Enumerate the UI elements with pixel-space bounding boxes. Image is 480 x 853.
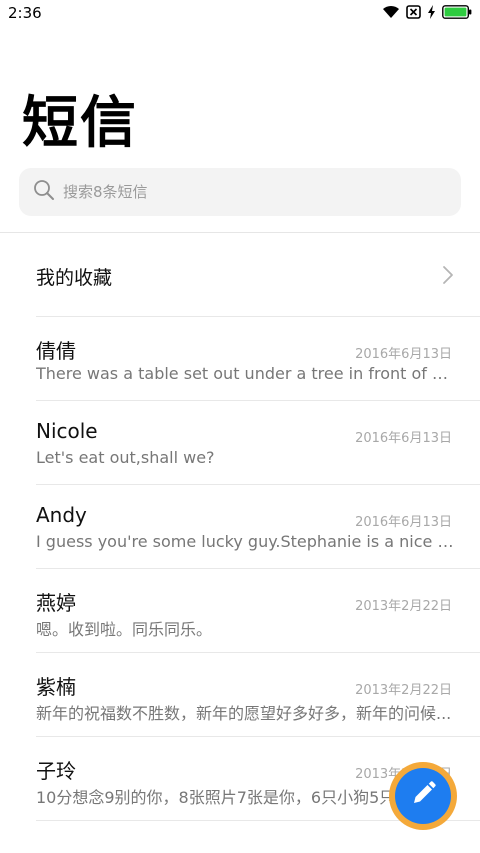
message-sender: Nicole [36,419,98,443]
wifi-icon [382,5,400,19]
message-preview: There was a table set out under a tree i… [36,364,454,383]
message-sender: Andy [36,503,87,527]
status-bar: 2:36 [0,0,480,28]
message-date: 2016年6月13日 [355,347,452,362]
status-icons [382,5,472,19]
message-date: 2016年6月13日 [355,515,452,530]
message-row[interactable]: Nicole 2016年6月13日 Let's eat out,shall we… [0,401,480,485]
battery-icon [442,5,472,19]
message-preview: 嗯。收到啦。同乐同乐。 [36,620,213,639]
message-date: 2013年2月22日 [355,599,452,614]
message-preview: 新年的祝福数不胜数，新年的愿望好多好多，新年的问候... [36,704,452,723]
chevron-right-icon [442,265,454,289]
message-row[interactable]: 紫楠 2013年2月22日 新年的祝福数不胜数，新年的愿望好多好多，新年的问候.… [0,653,480,737]
message-sender: 紫楠 [36,675,76,699]
compose-button[interactable] [389,762,457,830]
pencil-icon [408,779,438,813]
message-date: 2016年6月13日 [355,431,452,446]
favorites-row[interactable]: 我的收藏 [0,233,480,317]
message-row[interactable]: 倩倩 2016年6月13日 There was a table set out … [0,317,480,401]
message-sender: 燕婷 [36,591,76,615]
message-sender: 倩倩 [36,339,76,363]
status-time: 2:36 [8,4,42,22]
no-sim-icon [406,5,421,19]
message-preview: Let's eat out,shall we? [36,448,215,467]
message-row[interactable]: Andy 2016年6月13日 I guess you're some luck… [0,485,480,569]
compose-button-inner [395,768,451,824]
search-icon [33,179,55,205]
search-input[interactable] [61,182,425,202]
message-row[interactable]: 燕婷 2013年2月22日 嗯。收到啦。同乐同乐。 [0,569,480,653]
favorites-label: 我的收藏 [36,267,113,289]
message-sender: 子玲 [36,759,76,783]
charging-icon [427,5,436,19]
message-date: 2013年2月22日 [355,683,452,698]
page-title: 短信 [22,91,138,156]
search-bar[interactable] [19,168,461,216]
message-list: 倩倩 2016年6月13日 There was a table set out … [0,317,480,821]
message-preview: I guess you're some lucky guy.Stephanie … [36,532,454,551]
